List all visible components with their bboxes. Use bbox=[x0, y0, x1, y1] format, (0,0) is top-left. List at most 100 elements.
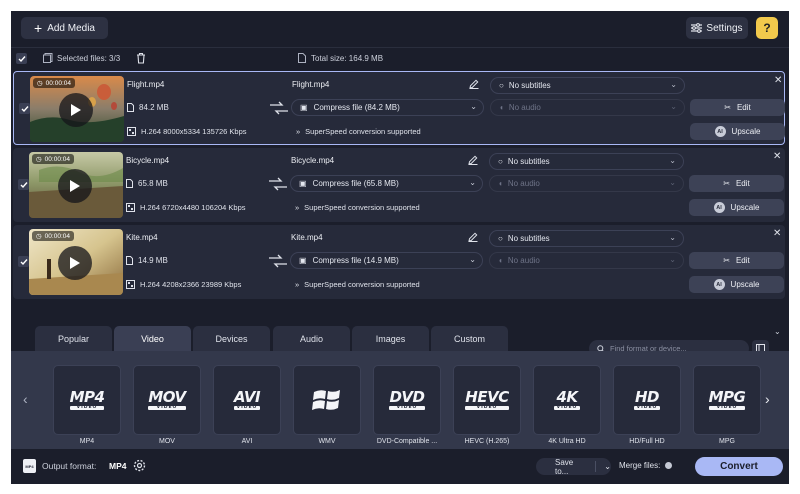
tab-popular[interactable]: Popular bbox=[35, 326, 112, 351]
format-tile-mov[interactable]: MOV VIDEO bbox=[133, 365, 201, 435]
tab-video[interactable]: Video bbox=[114, 326, 191, 351]
gear-icon[interactable] bbox=[132, 458, 147, 473]
merge-toggle[interactable] bbox=[665, 462, 673, 469]
file-row[interactable]: ◷ 00:00:04 Kite.mp4 14.9 MB H.264 4208x23… bbox=[13, 225, 785, 299]
edit-button[interactable]: ✂ Edit bbox=[689, 252, 784, 269]
upscale-label: Upscale bbox=[731, 127, 761, 136]
superspeed-info: » SuperSpeed conversion supported bbox=[295, 280, 420, 289]
subtitles-dropdown[interactable]: ○ No subtitles ⌄ bbox=[489, 153, 684, 170]
upscale-button[interactable]: AI Upscale bbox=[690, 123, 785, 140]
files-icon bbox=[43, 53, 53, 63]
add-media-button[interactable]: + Add Media bbox=[21, 17, 108, 39]
compress-dropdown[interactable]: ▣ Compress file (65.8 MB) ⌄ bbox=[290, 175, 483, 192]
close-icon[interactable]: ✕ bbox=[774, 75, 782, 86]
audio-dropdown: ◖ No audio ⌄ bbox=[489, 252, 684, 269]
compress-label: Compress file (65.8 MB) bbox=[312, 179, 399, 188]
output-file-name: Bicycle.mp4 bbox=[291, 156, 335, 165]
format-tile-avi[interactable]: AVI VIDEO bbox=[213, 365, 281, 435]
mp4-logo-icon: MP4 VIDEO bbox=[69, 387, 105, 411]
format-tile-4k[interactable]: 4K VIDEO bbox=[533, 365, 601, 435]
edit-button[interactable]: ✂ Edit bbox=[689, 175, 784, 192]
source-metadata-text: H.264 8000x5334 135726 Kbps bbox=[141, 127, 247, 136]
video-thumbnail[interactable]: ◷ 00:00:04 bbox=[29, 229, 123, 295]
source-size: 65.8 MB bbox=[126, 179, 168, 188]
source-metadata-text: H.264 6720x4480 106204 Kbps bbox=[140, 203, 246, 212]
play-button[interactable] bbox=[58, 169, 92, 203]
file-checkbox[interactable] bbox=[18, 179, 29, 190]
audio-icon: ◖ bbox=[498, 179, 503, 188]
help-button[interactable]: ? bbox=[756, 17, 778, 39]
merge-files[interactable]: Merge files: bbox=[619, 461, 673, 470]
mov-logo-icon: MOV VIDEO bbox=[148, 387, 186, 411]
file-row[interactable]: ◷ 00:00:04 Flight.mp4 84.2 MB H.264 8000x… bbox=[13, 71, 785, 145]
duration-badge: ◷ 00:00:04 bbox=[32, 154, 74, 164]
superspeed-info: » SuperSpeed conversion supported bbox=[295, 203, 420, 212]
subtitles-dropdown[interactable]: ○ No subtitles ⌄ bbox=[489, 230, 684, 247]
chevron-down-icon: ⌄ bbox=[470, 102, 477, 111]
close-icon[interactable]: ✕ bbox=[773, 228, 781, 239]
video-thumbnail[interactable]: ◷ 00:00:04 bbox=[29, 152, 123, 218]
tab-audio[interactable]: Audio bbox=[273, 326, 350, 351]
tab-devices[interactable]: Devices bbox=[193, 326, 270, 351]
compress-dropdown[interactable]: ▣ Compress file (84.2 MB) ⌄ bbox=[291, 99, 484, 116]
save-to-button[interactable]: Save to... ⌄ bbox=[536, 458, 611, 476]
output-format-icon: MP4 bbox=[23, 459, 36, 473]
chevron-left-icon[interactable]: ‹ bbox=[23, 391, 28, 407]
compress-dropdown[interactable]: ▣ Compress file (14.9 MB) ⌄ bbox=[290, 252, 483, 269]
format-label: HEVC (H.265) bbox=[464, 438, 510, 445]
subtitles-dropdown[interactable]: ○ No subtitles ⌄ bbox=[490, 77, 685, 94]
merge-files-label: Merge files: bbox=[619, 461, 661, 470]
collapse-chevron-icon[interactable]: ⌄ bbox=[774, 327, 781, 336]
select-all-checkbox[interactable] bbox=[16, 53, 27, 64]
trash-icon[interactable] bbox=[135, 52, 147, 64]
clock-icon: ◷ bbox=[36, 156, 42, 163]
upscale-button[interactable]: AI Upscale bbox=[689, 276, 784, 293]
superspeed-icon: » bbox=[295, 203, 300, 212]
format-tile-mpg[interactable]: MPG VIDEO bbox=[693, 365, 761, 435]
compress-label: Compress file (84.2 MB) bbox=[313, 103, 400, 112]
ai-icon: AI bbox=[713, 202, 725, 213]
close-icon[interactable]: ✕ bbox=[773, 151, 781, 162]
duration-badge: ◷ 00:00:04 bbox=[32, 231, 74, 241]
selected-files-label: Selected files: 3/3 bbox=[57, 53, 121, 63]
superspeed-text: SuperSpeed conversion supported bbox=[305, 127, 421, 136]
video-thumbnail[interactable]: ◷ 00:00:04 bbox=[30, 76, 124, 142]
chevron-down-icon[interactable]: ⌄ bbox=[604, 462, 611, 471]
play-button[interactable] bbox=[59, 93, 93, 127]
app-window: + Add Media Settings ? Selected files: 3… bbox=[11, 11, 789, 484]
output-format-value: MP4 bbox=[109, 461, 127, 471]
tab-custom[interactable]: Custom bbox=[431, 326, 508, 351]
upscale-button[interactable]: AI Upscale bbox=[689, 199, 784, 216]
file-checkbox[interactable] bbox=[19, 103, 30, 114]
rename-pencil-icon[interactable] bbox=[463, 76, 485, 92]
top-toolbar: + Add Media Settings ? bbox=[11, 11, 789, 47]
source-file-name: Kite.mp4 bbox=[126, 233, 158, 242]
video-info-icon bbox=[126, 203, 135, 212]
format-tile-mp4[interactable]: MP4 VIDEO bbox=[53, 365, 121, 435]
tab-images[interactable]: Images bbox=[352, 326, 429, 351]
chevron-down-icon: ⌄ bbox=[669, 255, 676, 264]
chevron-right-icon[interactable]: › bbox=[765, 391, 770, 407]
rename-pencil-icon[interactable] bbox=[462, 152, 484, 168]
file-row[interactable]: ◷ 00:00:04 Bicycle.mp4 65.8 MB H.264 6720… bbox=[13, 148, 785, 222]
chevron-down-icon: ⌄ bbox=[469, 178, 476, 187]
edit-button[interactable]: ✂ Edit bbox=[690, 99, 785, 116]
format-tile-wmv[interactable] bbox=[293, 365, 361, 435]
format-tile-hd[interactable]: HD VIDEO bbox=[613, 365, 681, 435]
file-icon bbox=[126, 179, 133, 188]
source-metadata: H.264 4208x2366 23989 Kbps bbox=[126, 280, 241, 289]
output-format-label: Output format: bbox=[42, 461, 97, 471]
edit-label: Edit bbox=[735, 179, 750, 188]
format-tile-dvd[interactable]: DVD VIDEO bbox=[373, 365, 441, 435]
play-button[interactable] bbox=[58, 246, 92, 280]
settings-button[interactable]: Settings bbox=[686, 17, 748, 39]
convert-button[interactable]: Convert bbox=[695, 457, 783, 476]
subtitles-label: No subtitles bbox=[508, 81, 551, 90]
chevron-down-icon: ⌄ bbox=[669, 156, 676, 165]
duration-text: 00:00:04 bbox=[45, 79, 71, 87]
file-checkbox[interactable] bbox=[18, 256, 29, 267]
divider bbox=[595, 461, 597, 472]
source-metadata: H.264 6720x4480 106204 Kbps bbox=[126, 203, 246, 212]
rename-pencil-icon[interactable] bbox=[462, 229, 484, 245]
format-tile-hevc[interactable]: HEVC VIDEO bbox=[453, 365, 521, 435]
